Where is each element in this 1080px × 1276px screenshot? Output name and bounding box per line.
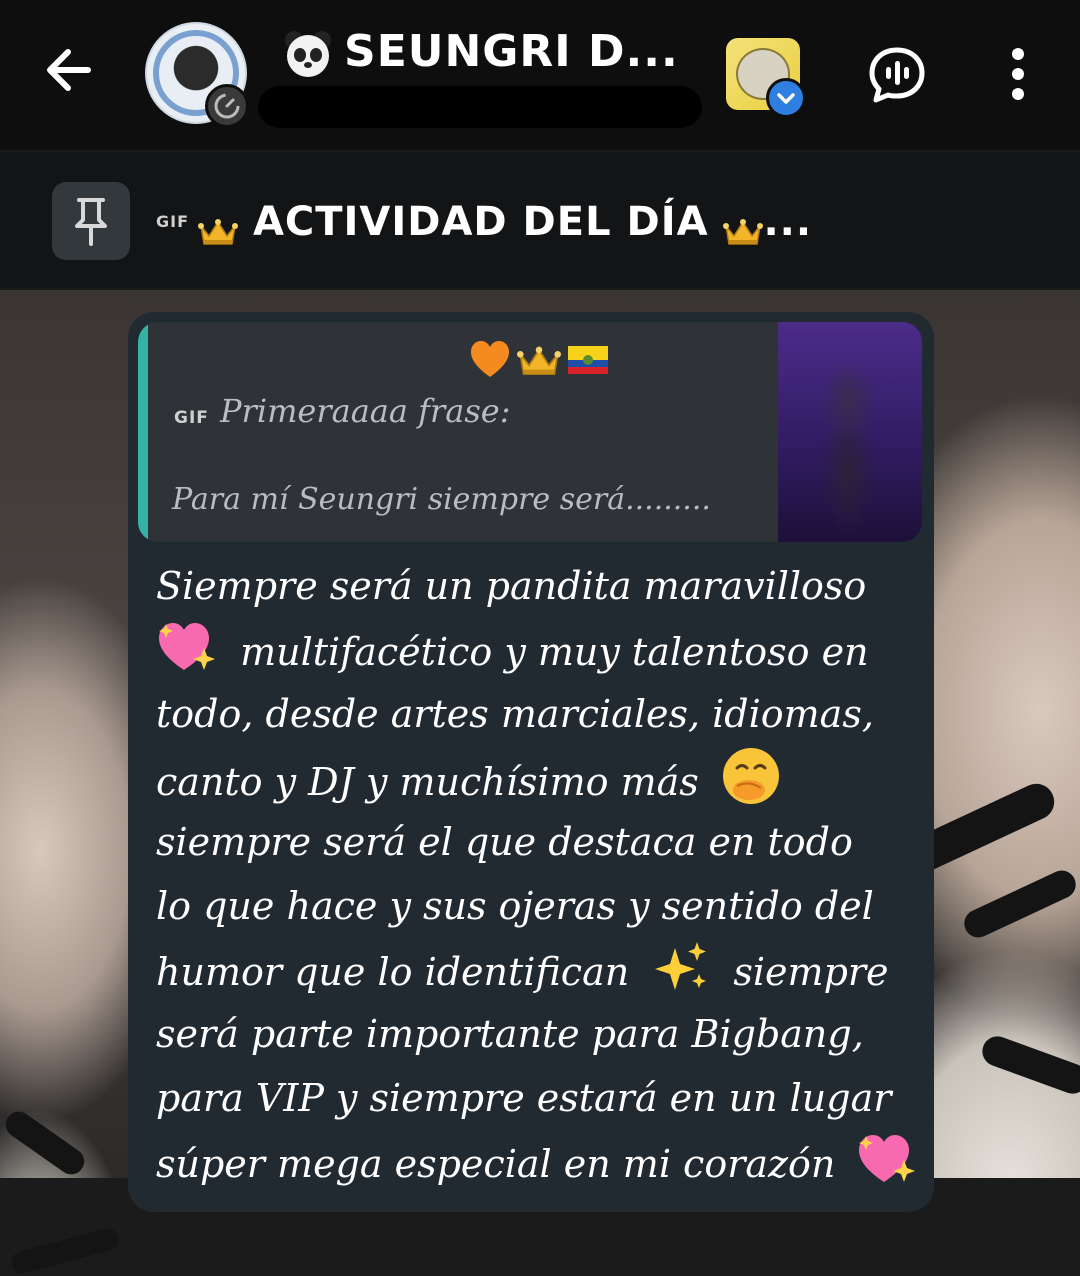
chat-title[interactable]: SEUNGRI D... — [282, 22, 679, 82]
sparkling-heart-icon — [856, 1130, 916, 1205]
chat-title-text: SEUNGRI D... — [344, 26, 679, 77]
pinned-text: ACTIVIDAD DEL DÍA ... — [198, 196, 812, 248]
back-button[interactable] — [38, 40, 98, 100]
chevron-down-icon[interactable] — [766, 78, 806, 118]
reply-line-2: Para mí Seungri siempre será......... — [172, 482, 711, 517]
message-line-text: multifacético y muy talentoso en — [240, 630, 869, 674]
message-line: súper mega especial en mi corazón — [156, 1130, 916, 1194]
crown-icon — [723, 209, 764, 245]
message-line-text: súper mega especial en mi corazón — [156, 1142, 836, 1186]
reply-line-1: Primeraaaa frase: — [220, 392, 511, 430]
crown-icon — [517, 346, 562, 375]
message-line: multifacético y muy talentoso en — [156, 618, 916, 682]
gif-label: GIF — [156, 212, 190, 231]
message-bubble[interactable]: GIF Primeraaaa frase: Para mí Seungri si… — [128, 312, 934, 1212]
message-line: canto y DJ y muchísimo más — [156, 746, 916, 810]
more-options-button[interactable] — [1000, 46, 1036, 102]
voice-chat-bubble-icon — [869, 47, 925, 103]
pinned-ellipsis: ... — [763, 199, 813, 245]
pinned-message-bar[interactable]: GIF ACTIVIDAD DEL DÍA ... — [0, 152, 1080, 288]
message-line-text: humor que lo identifican — [156, 950, 630, 994]
activity-badge-icon — [205, 84, 249, 128]
redacted-subtitle — [258, 86, 702, 128]
crown-icon — [198, 209, 238, 245]
message-line: humor que lo identifican siempre — [156, 938, 916, 1002]
reply-accent-bar — [138, 322, 148, 542]
pinned-title: ACTIVIDAD DEL DÍA — [252, 199, 709, 245]
panda-face-icon — [282, 28, 334, 80]
message-line: para VIP y siempre estará en un lugar — [156, 1076, 892, 1120]
message-line: todo, desde artes marciales, idiomas, — [156, 692, 874, 736]
reply-emoji-row — [468, 338, 610, 382]
arrow-left-icon — [47, 49, 91, 91]
voice-chat-button[interactable] — [866, 44, 928, 106]
message-line-text: siempre — [733, 950, 889, 994]
reply-preview[interactable]: GIF Primeraaaa frase: Para mí Seungri si… — [138, 322, 922, 542]
orange-heart-icon — [471, 341, 509, 377]
reply-thumbnail — [778, 322, 922, 542]
gif-label: GIF — [174, 408, 209, 428]
message-line: será parte importante para Bigbang, — [156, 1012, 864, 1056]
more-vertical-icon — [1012, 48, 1024, 100]
message-line: Siempre será un pandita maravilloso — [156, 564, 867, 608]
ecuador-flag-icon — [568, 346, 609, 374]
app-header: SEUNGRI D... — [0, 0, 1080, 150]
message-line-text: canto y DJ y muchísimo más — [156, 760, 699, 804]
pin-icon — [52, 182, 130, 260]
message-line: siempre será el que destaca en todo — [156, 820, 853, 864]
message-text: Siempre será un pandita maravilloso mult… — [156, 554, 916, 1194]
message-line: lo que hace y sus ojeras y sentido del — [156, 884, 874, 928]
